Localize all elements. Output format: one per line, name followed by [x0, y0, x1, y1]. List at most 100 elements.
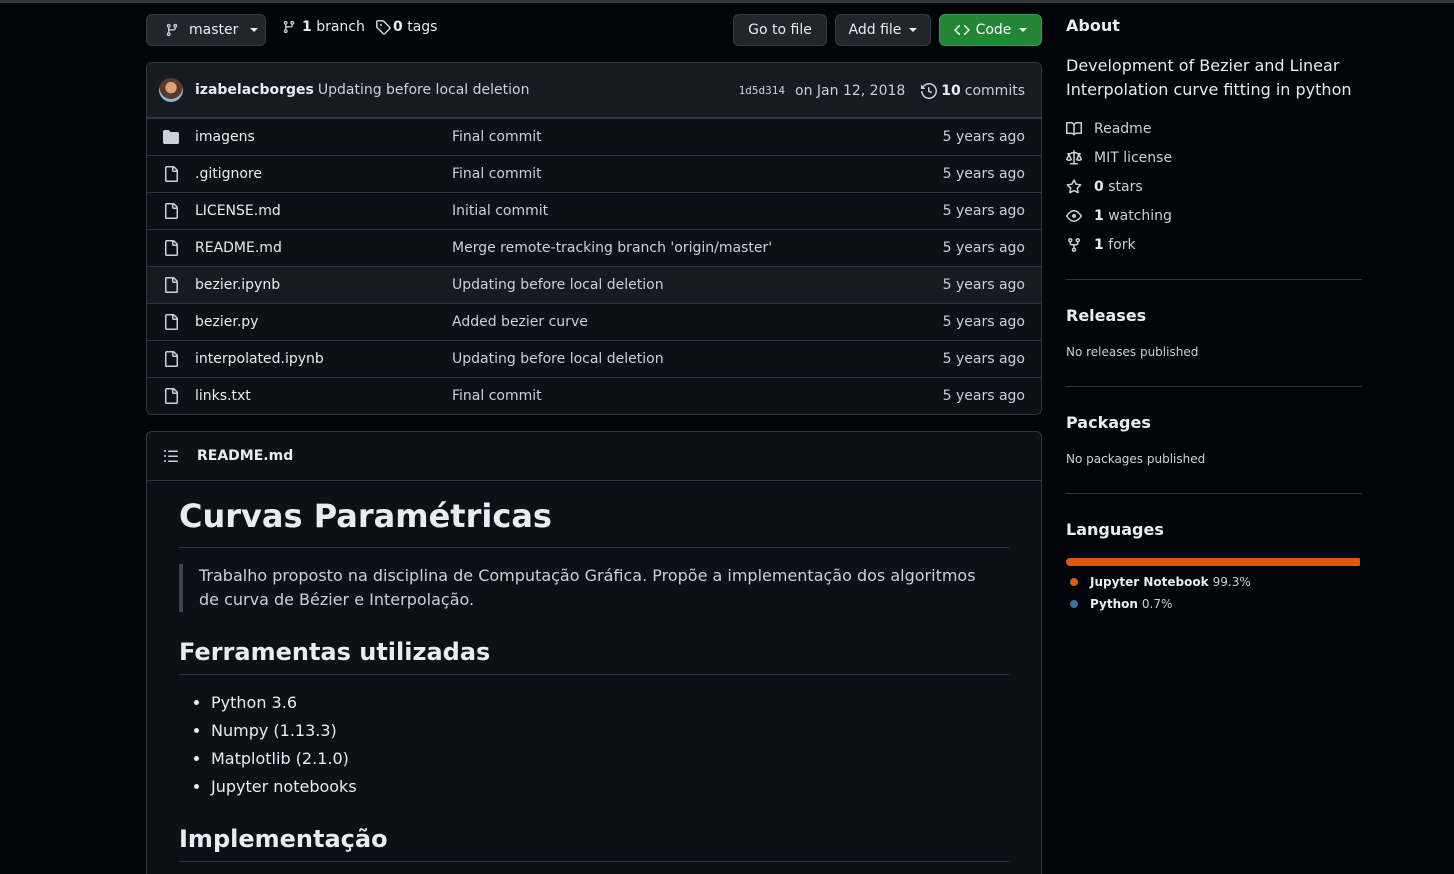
- file-age: 5 years ago: [942, 351, 1025, 367]
- language-color-dot: [1070, 578, 1078, 586]
- file-row[interactable]: .gitignore Final commit 5 years ago: [147, 155, 1041, 192]
- commit-author[interactable]: izabelacborges: [195, 82, 314, 98]
- file-name[interactable]: bezier.py: [195, 314, 258, 330]
- readme-link-label: Readme: [1094, 120, 1152, 137]
- license-link-label: MIT license: [1094, 149, 1173, 166]
- packages-empty-text: No packages published: [1066, 452, 1206, 466]
- file-icon: [163, 240, 179, 256]
- file-commit-message[interactable]: Updating before local deletion: [452, 277, 664, 293]
- file-row[interactable]: README.md Merge remote-tracking branch '…: [147, 229, 1041, 266]
- go-to-file-label: Go to file: [748, 22, 812, 38]
- file-name[interactable]: interpolated.ipynb: [195, 351, 324, 367]
- language-bar: [1066, 558, 1362, 566]
- language-color-dot: [1070, 600, 1078, 608]
- file-name[interactable]: LICENSE.md: [195, 203, 281, 219]
- stars-link[interactable]: 0 stars: [1066, 172, 1362, 201]
- file-commit-message[interactable]: Final commit: [452, 129, 542, 145]
- file-age: 5 years ago: [942, 314, 1025, 330]
- file-age: 5 years ago: [942, 129, 1025, 145]
- file-row[interactable]: links.txt Final commit 5 years ago: [147, 377, 1041, 414]
- file-row[interactable]: LICENSE.md Initial commit 5 years ago: [147, 192, 1041, 229]
- commit-message[interactable]: Updating before local deletion: [318, 82, 530, 98]
- language-percent: 0.7%: [1141, 597, 1173, 611]
- releases-title[interactable]: Releases: [1066, 306, 1146, 325]
- file-commit-message[interactable]: Final commit: [452, 166, 542, 182]
- file-commit-message[interactable]: Final commit: [452, 388, 542, 404]
- readme-panel: README.md Curvas Paramétricas Trabalho p…: [146, 431, 1042, 874]
- file-icon: [163, 277, 179, 293]
- language-name: Jupyter Notebook: [1090, 575, 1209, 589]
- file-row[interactable]: bezier.ipynb Updating before local delet…: [147, 266, 1041, 303]
- chevron-down-icon: [250, 28, 259, 32]
- code-button[interactable]: Code: [939, 14, 1042, 46]
- star-icon: [1066, 178, 1082, 195]
- language-item[interactable]: Jupyter Notebook 99.3%: [1066, 571, 1362, 593]
- file-name[interactable]: links.txt: [195, 388, 251, 404]
- go-to-file-button[interactable]: Go to file: [733, 14, 827, 46]
- packages-title[interactable]: Packages: [1066, 413, 1151, 432]
- file-commit-message[interactable]: Updating before local deletion: [452, 351, 664, 367]
- file-age: 5 years ago: [942, 166, 1025, 182]
- branch-icon: [165, 22, 179, 38]
- tools-list: Python 3.6 Numpy (1.13.3) Matplotlib (2.…: [179, 691, 1009, 803]
- file-name[interactable]: .gitignore: [195, 166, 262, 182]
- language-item[interactable]: Python 0.7%: [1066, 593, 1362, 615]
- branch-count: 1: [302, 19, 312, 35]
- language-name: Python: [1090, 597, 1138, 611]
- commit-date: on Jan 12, 2018: [795, 82, 906, 99]
- list-item: Numpy (1.13.3): [211, 719, 1009, 747]
- readme-heading-tools: Ferramentas utilizadas: [179, 638, 1009, 675]
- language-percent: 99.3%: [1212, 575, 1251, 589]
- readme-filename[interactable]: README.md: [197, 448, 293, 464]
- commit-count: 10: [941, 82, 961, 99]
- language-list: Jupyter Notebook 99.3% Python 0.7%: [1066, 571, 1362, 615]
- list-item: Matplotlib (2.1.0): [211, 747, 1009, 775]
- add-file-label: Add file: [848, 22, 902, 38]
- commit-sha[interactable]: 1d5d314: [739, 84, 785, 97]
- file-icon: [163, 203, 179, 219]
- file-row[interactable]: imagens Final commit 5 years ago: [147, 118, 1041, 155]
- file-age: 5 years ago: [942, 203, 1025, 219]
- file-age: 5 years ago: [942, 240, 1025, 256]
- file-row[interactable]: bezier.py Added bezier curve 5 years ago: [147, 303, 1041, 340]
- branch-label: branch: [316, 19, 365, 35]
- list-item: Jupyter notebooks: [211, 775, 1009, 803]
- file-commit-message[interactable]: Added bezier curve: [452, 314, 588, 330]
- file-icon: [163, 166, 179, 182]
- history-icon: [921, 82, 938, 99]
- readme-link[interactable]: Readme: [1066, 114, 1362, 143]
- commits-link[interactable]: 10 commits: [921, 83, 1025, 99]
- forks-link[interactable]: 1 fork: [1066, 230, 1362, 259]
- file-name[interactable]: imagens: [195, 129, 255, 145]
- watchers-link[interactable]: 1 watching: [1066, 201, 1362, 230]
- divider: [1066, 279, 1362, 280]
- chevron-down-icon: [909, 28, 918, 32]
- file-row[interactable]: interpolated.ipynb Updating before local…: [147, 340, 1041, 377]
- readme-blockquote: Trabalho proposto na disciplina de Compu…: [179, 564, 979, 612]
- file-commit-message[interactable]: Merge remote-tracking branch 'origin/mas…: [452, 240, 772, 256]
- chevron-down-icon: [1019, 28, 1028, 32]
- readme-heading-implementation: Implementação: [179, 825, 1009, 862]
- license-link[interactable]: MIT license: [1066, 143, 1362, 172]
- branches-link[interactable]: 1 branch: [282, 19, 365, 35]
- avatar[interactable]: [159, 78, 183, 102]
- watching-count: 1: [1094, 207, 1104, 224]
- file-commit-message[interactable]: Initial commit: [452, 203, 548, 219]
- file-name[interactable]: README.md: [195, 240, 282, 256]
- fork-label: fork: [1108, 236, 1136, 253]
- law-icon: [1066, 149, 1082, 166]
- file-icon: [163, 388, 179, 404]
- branch-select-button[interactable]: master: [146, 14, 266, 46]
- add-file-button[interactable]: Add file: [835, 14, 931, 46]
- file-name[interactable]: bezier.ipynb: [195, 277, 280, 293]
- readme-header: README.md: [147, 432, 1041, 481]
- tag-icon: [375, 19, 391, 35]
- list-unordered-icon[interactable]: [163, 448, 179, 464]
- folder-icon: [163, 129, 179, 145]
- watching-label: watching: [1108, 207, 1172, 224]
- tags-link[interactable]: 0 tags: [375, 19, 437, 35]
- branch-icon: [282, 19, 296, 35]
- languages-title: Languages: [1066, 520, 1164, 539]
- file-age: 5 years ago: [942, 388, 1025, 404]
- readme-title: Curvas Paramétricas: [179, 497, 1009, 548]
